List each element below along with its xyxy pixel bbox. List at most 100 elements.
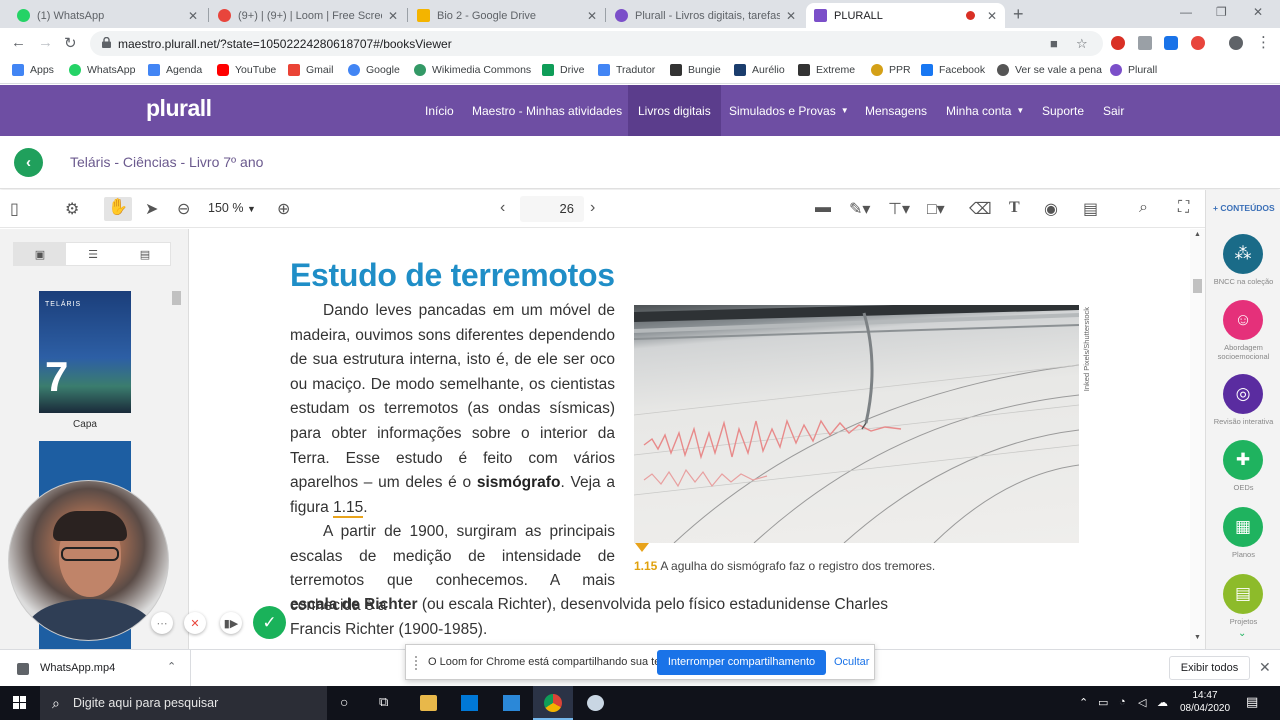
bookmark-bungie[interactable]: Bungie (670, 64, 721, 76)
reload-button[interactable]: ↻ (64, 34, 77, 52)
pen-icon[interactable]: ✎▾ (849, 199, 870, 219)
taskbar-search[interactable]: ⌕ Digite aqui para pesquisar (40, 686, 327, 720)
eye-icon[interactable]: ◉ (1044, 199, 1058, 219)
nav-suporte[interactable]: Suporte (1032, 85, 1094, 136)
page-number-input[interactable]: 26 (520, 196, 584, 222)
bookmark-aurelio[interactable]: Aurélio (734, 64, 785, 76)
gear-icon[interactable]: ⚙ (65, 199, 79, 219)
page-scrollbar[interactable]: ▲ ▼ (1190, 229, 1205, 649)
search-icon[interactable]: ⌕ (1139, 199, 1148, 217)
planos-button[interactable]: ▦ (1223, 507, 1263, 547)
nav-sair[interactable]: Sair (1093, 85, 1134, 136)
minimize-button[interactable]: — (1180, 5, 1192, 19)
new-tab-button[interactable]: + (1013, 4, 1024, 25)
zoom-out-icon[interactable]: ⊖ (177, 199, 190, 219)
oeds-button[interactable]: ✚ (1223, 440, 1263, 480)
menu-icon[interactable]: ⋮ (1256, 33, 1271, 51)
cortana-icon[interactable]: ○ (340, 694, 348, 710)
bookmark-extreme[interactable]: Extreme (798, 64, 855, 76)
extension-icon[interactable] (1164, 36, 1178, 50)
file-explorer-icon[interactable] (420, 695, 437, 711)
browser-tab-whatsapp[interactable]: (1) WhatsApp ✕ (9, 3, 206, 28)
zoom-level[interactable]: 150 % ▼ (208, 201, 256, 215)
nav-simulados[interactable]: Simulados e Provas ▼ (719, 85, 859, 136)
bookmark-drive[interactable]: Drive (542, 64, 585, 76)
browser-tab-plurall-active[interactable]: PLURALL ✕ (806, 3, 1005, 28)
loom-finish-button[interactable]: ✓ (253, 606, 286, 639)
text-box-icon[interactable]: ⊤▾ (888, 199, 910, 219)
chrome-taskbar-button[interactable] (533, 686, 573, 720)
windows-start-icon[interactable] (13, 696, 27, 710)
extension-icon[interactable] (1111, 36, 1125, 50)
tab-annotations[interactable]: ▤ (119, 243, 171, 265)
wifi-icon[interactable]: ◔ (1119, 696, 1126, 708)
bookmark-tradutor[interactable]: Tradutor (598, 64, 655, 76)
hand-tool-icon[interactable]: ✋ (104, 197, 132, 221)
back-button[interactable]: ← (11, 34, 26, 51)
shape-icon[interactable]: □▾ (927, 199, 945, 219)
scrollbar-thumb[interactable] (1193, 279, 1202, 293)
star-icon[interactable]: ☆ (1076, 36, 1088, 52)
bookmark-agenda[interactable]: Agenda (148, 64, 202, 76)
pointer-icon[interactable]: ➤ (145, 199, 158, 219)
nav-mensagens[interactable]: Mensagens (855, 85, 937, 136)
loom-cancel-button[interactable]: ✕ (184, 612, 206, 634)
zoom-in-icon[interactable]: ⊕ (277, 199, 290, 219)
nav-maestro[interactable]: Maestro - Minhas atividades (462, 85, 632, 136)
notifications-icon[interactable]: ▤ (1246, 694, 1258, 710)
battery-icon[interactable]: ▭ (1098, 696, 1108, 709)
eraser-icon[interactable]: ⌫ (969, 199, 992, 219)
forward-button[interactable]: → (38, 34, 53, 51)
bookmark-google[interactable]: Google (348, 64, 400, 76)
bookmark-ppr[interactable]: PPR (871, 64, 911, 76)
onedrive-icon[interactable]: ☁ (1157, 696, 1168, 709)
camera-icon[interactable]: ■ (1050, 36, 1058, 51)
bookmark-plurall[interactable]: Plurall (1110, 64, 1157, 76)
profile-avatar[interactable] (1229, 36, 1243, 50)
address-bar[interactable]: maestro.plurall.net/?state=1050222428061… (90, 31, 1103, 56)
drag-handle-icon[interactable] (415, 656, 419, 670)
bookmark-whatsapp[interactable]: WhatsApp (69, 64, 135, 76)
nav-inicio[interactable]: Início (415, 85, 464, 136)
fullscreen-icon[interactable]: ⛶ (1178, 199, 1189, 217)
bookmark-apps[interactable]: Apps (12, 64, 54, 76)
bookmark-wikimedia[interactable]: Wikimedia Commons (414, 64, 531, 76)
close-icon[interactable]: ✕ (587, 9, 597, 23)
figure-reference[interactable]: 1.15 (333, 498, 364, 518)
bookmark-gmail[interactable]: Gmail (288, 64, 333, 76)
text-tool-icon[interactable]: T (1009, 199, 1020, 217)
window-close-button[interactable]: ✕ (1253, 5, 1263, 19)
loom-extension-icon[interactable] (1191, 36, 1205, 50)
task-view-icon[interactable]: ⧉ (379, 694, 388, 710)
app-icon[interactable] (587, 695, 604, 711)
close-icon[interactable]: ✕ (987, 9, 997, 23)
close-icon[interactable]: ✕ (188, 9, 198, 23)
maximize-button[interactable]: ❐ (1216, 5, 1227, 19)
sidebar-toggle-icon[interactable]: ▯ (10, 199, 19, 219)
close-icon[interactable]: ✕ (1259, 659, 1271, 676)
scroll-up-icon[interactable]: ▲ (1194, 231, 1201, 238)
tab-thumbnails[interactable]: ▣ (14, 243, 66, 265)
chevron-down-icon[interactable]: ⌄ (1238, 628, 1246, 639)
thumbnail-cover[interactable]: TELÁRIS 7 (39, 291, 131, 413)
projetos-button[interactable]: ▤ (1223, 574, 1263, 614)
chevron-up-icon[interactable]: ⌃ (167, 660, 176, 673)
browser-tab-plurall-books[interactable]: Plurall - Livros digitais, tarefas, tu ✕ (607, 3, 804, 28)
download-item[interactable]: WhatsApp.mp4 ⌃ (0, 650, 191, 686)
show-all-downloads-button[interactable]: Exibir todos (1169, 656, 1250, 680)
close-icon[interactable]: ✕ (786, 9, 796, 23)
bncc-button[interactable]: ⁂ (1223, 234, 1263, 274)
loom-pause-button[interactable]: ▮▶ (220, 612, 242, 634)
thumbnail-scrollbar[interactable] (172, 291, 181, 305)
back-to-library-button[interactable]: ‹ (14, 148, 43, 177)
plurall-logo[interactable]: plurall (146, 95, 212, 122)
webcam-bubble[interactable] (8, 480, 169, 641)
chevron-up-icon[interactable]: ⌃ (1079, 696, 1088, 709)
bookmark-facebook[interactable]: Facebook (921, 64, 985, 76)
notes-icon[interactable]: ▤ (1083, 199, 1098, 219)
sidebar-title[interactable]: + CONTEÚDOS (1213, 203, 1275, 213)
next-page-icon[interactable]: › (590, 199, 595, 217)
bookmark-youtube[interactable]: YouTube (217, 64, 276, 76)
revisao-interativa-button[interactable]: ◎ (1223, 374, 1263, 414)
bookmark-ver-se-vale[interactable]: Ver se vale a pena (997, 64, 1102, 76)
